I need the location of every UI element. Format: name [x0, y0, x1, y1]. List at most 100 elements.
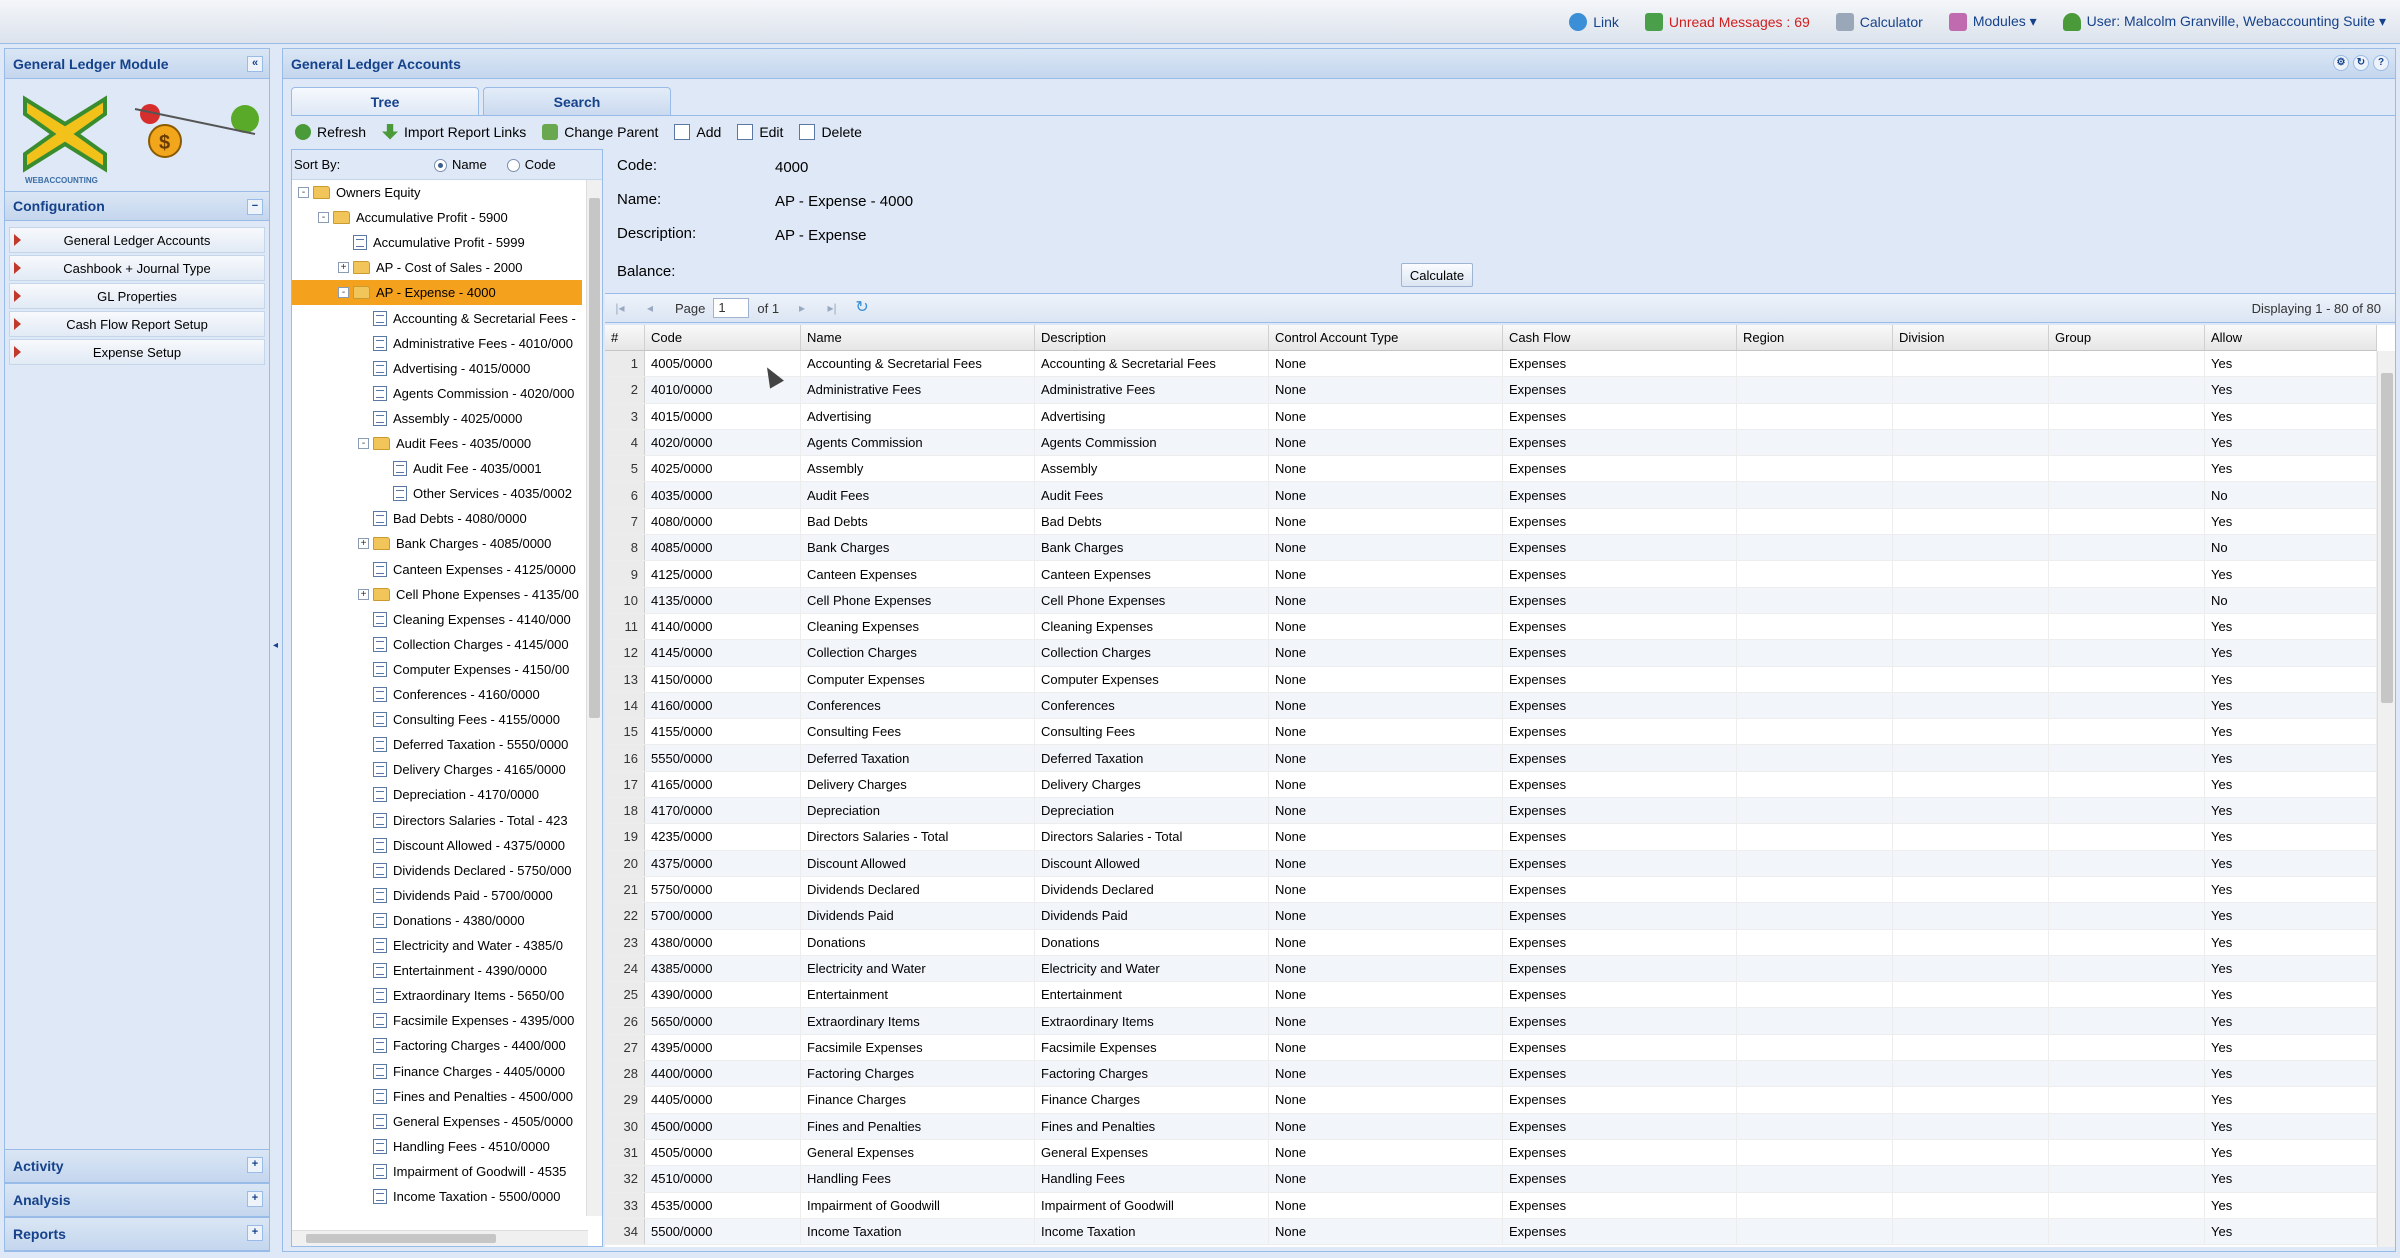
table-row[interactable]: 16 5550/0000 Deferred Taxation Deferred Tax… [605, 745, 2377, 772]
config-menu-item[interactable]: General Ledger Accounts [9, 227, 265, 253]
tree-node[interactable]: Donations - 4380/0000 [292, 908, 582, 933]
expand-icon[interactable]: + [358, 538, 369, 550]
expand-icon[interactable]: + [247, 1191, 263, 1207]
table-row[interactable]: 29 4405/0000 Finance Charges Finance Charge… [605, 1087, 2377, 1114]
tree-node[interactable]: General Expenses - 4505/0000 [292, 1109, 582, 1134]
table-row[interactable]: 24 4385/0000 Electricity and Water Electric… [605, 955, 2377, 983]
expand-icon[interactable]: + [338, 262, 349, 274]
tree-node[interactable]: - Accumulative Profit - 5900 [292, 205, 582, 230]
tab-tree[interactable]: Tree [291, 87, 479, 115]
tree-node[interactable]: Agents Commission - 4020/000 [292, 381, 582, 406]
collapse-section-icon[interactable]: − [247, 199, 263, 215]
tree-node[interactable]: Bad Debts - 4080/0000 [292, 506, 582, 531]
tree-node[interactable]: Extraordinary Items - 5650/00 [292, 983, 582, 1008]
unread-messages-button[interactable]: Unread Messages : 69 [1644, 12, 1810, 31]
tree-node[interactable]: Consulting Fees - 4155/0000 [292, 707, 582, 732]
config-menu-item[interactable]: GL Properties [9, 283, 265, 309]
tree-node[interactable]: Advertising - 4015/0000 [292, 356, 582, 381]
scroll-thumb[interactable] [306, 1234, 496, 1243]
tree-node[interactable]: Conferences - 4160/0000 [292, 682, 582, 707]
table-row[interactable]: 7 4080/0000 Bad Debts Bad Debts None Expenses… [605, 508, 2377, 536]
expand-icon[interactable]: + [247, 1225, 263, 1241]
table-row[interactable]: 17 4165/0000 Delivery Charges Delivery Char… [605, 771, 2377, 799]
tree-node[interactable]: Entertainment - 4390/0000 [292, 958, 582, 983]
first-page-icon[interactable]: |◂ [611, 299, 629, 317]
delete-button[interactable]: Delete [799, 123, 862, 140]
column-header[interactable]: Region [1737, 325, 1893, 350]
tree-node[interactable]: Accumulative Profit - 5999 [292, 230, 582, 255]
table-row[interactable]: 31 4505/0000 General Expenses General Expen… [605, 1139, 2377, 1167]
table-row[interactable]: 1 4005/0000 Accounting & Secretarial Fees A… [605, 351, 2377, 378]
tree-node[interactable]: Factoring Charges - 4400/000 [292, 1033, 582, 1058]
edit-button[interactable]: Edit [737, 123, 783, 140]
column-header[interactable]: Name [801, 325, 1035, 350]
user-menu[interactable]: User: Malcolm Granville, Webaccounting S… [2062, 12, 2386, 31]
configuration-header[interactable]: Configuration − [5, 191, 269, 221]
refresh-icon[interactable]: ↻ [2353, 55, 2369, 71]
table-row[interactable]: 21 5750/0000 Dividends Declared Dividends D… [605, 876, 2377, 904]
column-header[interactable]: Group [2049, 325, 2205, 350]
tree-node[interactable]: Impairment of Goodwill - 4535 [292, 1159, 582, 1184]
tree-node[interactable]: Depreciation - 4170/0000 [292, 782, 582, 807]
table-row[interactable]: 28 4400/0000 Factoring Charges Factoring Ch… [605, 1061, 2377, 1088]
table-row[interactable]: 23 4380/0000 Donations Donations None Expense… [605, 929, 2377, 956]
page-input[interactable]: 1 [713, 298, 750, 318]
table-row[interactable]: 20 4375/0000 Discount Allowed Discount Allo… [605, 850, 2377, 877]
tree-node[interactable]: Electricity and Water - 4385/0 [292, 933, 582, 958]
column-header[interactable]: Code [645, 325, 801, 350]
tree-node[interactable]: Cleaning Expenses - 4140/000 [292, 607, 582, 632]
column-header[interactable]: Division [1893, 325, 2049, 350]
analysis-section[interactable]: Analysis + [5, 1183, 269, 1217]
table-row[interactable]: 19 4235/0000 Directors Salaries - Total Dir… [605, 824, 2377, 851]
column-header[interactable]: # [605, 325, 645, 350]
modules-menu[interactable]: Modules ▾ [1948, 12, 2037, 31]
table-row[interactable]: 11 4140/0000 Cleaning Expenses Cleaning Exp… [605, 613, 2377, 641]
table-row[interactable]: 14 4160/0000 Conferences Conferences None Exp… [605, 692, 2377, 720]
tree-node[interactable]: Accounting & Secretarial Fees - [292, 306, 582, 331]
collapse-icon[interactable]: - [298, 187, 309, 198]
table-row[interactable]: 6 4035/0000 Audit Fees Audit Fees None Expens… [605, 482, 2377, 509]
tree-node[interactable]: Facsimile Expenses - 4395/000 [292, 1008, 582, 1033]
add-button[interactable]: Add [674, 123, 721, 140]
tree-node[interactable]: Delivery Charges - 4165/0000 [292, 757, 582, 782]
tree-node[interactable]: Income Taxation - 5500/0000 [292, 1184, 582, 1209]
table-row[interactable]: 5 4025/0000 Assembly Assembly None Expenses Ye… [605, 456, 2377, 483]
tree-node[interactable]: Canteen Expenses - 4125/0000 [292, 557, 582, 582]
expand-icon[interactable]: + [247, 1157, 263, 1173]
tree-node[interactable]: + AP - Cost of Sales - 2000 [292, 255, 582, 280]
tree-node[interactable]: + Cell Phone Expenses - 4135/00 [292, 582, 582, 607]
refresh-icon[interactable]: ↻ [853, 299, 871, 317]
tree-node[interactable]: Handling Fees - 4510/0000 [292, 1134, 582, 1159]
table-row[interactable]: 18 4170/0000 Depreciation Depreciation None E… [605, 798, 2377, 825]
tree-node[interactable]: - Audit Fees - 4035/0000 [292, 431, 582, 456]
tree-vertical-scrollbar[interactable] [586, 180, 602, 1216]
collapse-icon[interactable]: - [318, 212, 329, 224]
tree-node[interactable]: Dividends Declared - 5750/000 [292, 858, 582, 883]
table-row[interactable]: 12 4145/0000 Collection Charges Collection … [605, 640, 2377, 667]
table-row[interactable]: 9 4125/0000 Canteen Expenses Canteen Expens… [605, 561, 2377, 588]
activity-section[interactable]: Activity + [5, 1149, 269, 1183]
table-row[interactable]: 15 4155/0000 Consulting Fees Consulting Fee… [605, 719, 2377, 746]
gear-icon[interactable]: ⚙ [2333, 55, 2349, 71]
tree-node[interactable]: Fines and Penalties - 4500/000 [292, 1084, 582, 1109]
column-header[interactable]: Description [1035, 325, 1269, 350]
import-report-links-button[interactable]: Import Report Links [382, 123, 526, 140]
expand-icon[interactable]: + [358, 588, 369, 600]
next-page-icon[interactable]: ▸ [793, 299, 811, 317]
calculator-button[interactable]: Calculator [1835, 12, 1923, 31]
table-row[interactable]: 30 4500/0000 Fines and Penalties Fines and … [605, 1113, 2377, 1140]
prev-page-icon[interactable]: ◂ [641, 299, 659, 317]
tree-node[interactable]: + Bank Charges - 4085/0000 [292, 531, 582, 556]
collapse-left-icon[interactable]: « [247, 56, 263, 72]
config-menu-item[interactable]: Expense Setup [9, 339, 265, 365]
tree-node[interactable]: Computer Expenses - 4150/00 [292, 657, 582, 682]
table-row[interactable]: 32 4510/0000 Handling Fees Handling Fees Non… [605, 1166, 2377, 1193]
config-menu-item[interactable]: Cashbook + Journal Type [9, 255, 265, 281]
reports-section[interactable]: Reports + [5, 1217, 269, 1251]
table-row[interactable]: 3 4015/0000 Advertising Advertising None Expe… [605, 403, 2377, 430]
tab-search[interactable]: Search [483, 87, 671, 115]
tree-node[interactable]: Administrative Fees - 4010/000 [292, 331, 582, 356]
column-header[interactable]: Allow [2205, 325, 2377, 350]
change-parent-button[interactable]: Change Parent [542, 123, 658, 140]
scroll-thumb[interactable] [589, 198, 600, 718]
